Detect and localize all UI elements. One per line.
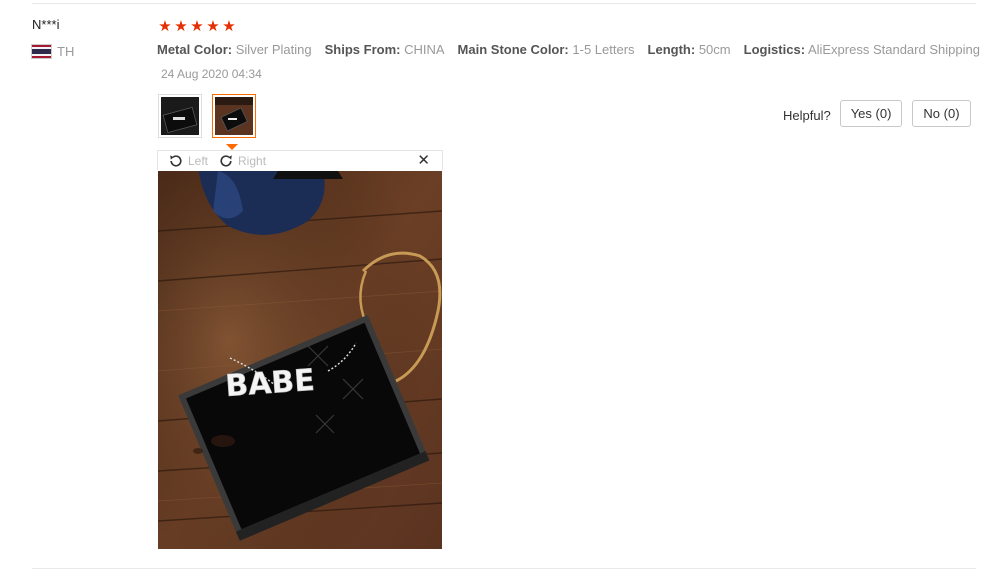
helpful-vote: Helpful? Yes (0) No (0) (783, 100, 971, 127)
attribute-length: Length: 50cm (647, 42, 731, 57)
star-icon: ★ (158, 18, 172, 35)
thumbnail-image (161, 97, 199, 135)
necklace-box-photo: BABE (158, 171, 442, 549)
reviewer-name: N***i (32, 17, 60, 32)
thailand-flag-icon (32, 45, 51, 58)
country-code: TH (57, 44, 75, 59)
photo-viewer-toolbar: Left Right ✕ (157, 150, 443, 170)
review-thumbnail-selected[interactable] (212, 94, 256, 138)
bottom-divider (32, 568, 976, 569)
star-icon: ★ (222, 18, 236, 35)
photo-viewer: Left Right ✕ BABE (157, 150, 443, 550)
attribute-metal-color: Metal Color: Silver Plating (157, 42, 312, 57)
rotate-right-button[interactable]: Right (218, 153, 266, 169)
star-rating: ★ ★ ★ ★ ★ (158, 18, 236, 35)
attribute-main-stone-color: Main Stone Color: 1-5 Letters (457, 42, 635, 57)
attribute-ships-from: Ships From: CHINA (324, 42, 445, 57)
star-icon: ★ (190, 18, 204, 35)
close-icon[interactable]: ✕ (417, 152, 430, 169)
rotate-right-icon (220, 154, 232, 167)
thumbnail-image (215, 97, 253, 135)
star-icon: ★ (174, 18, 188, 35)
rotate-left-button[interactable]: Left (168, 153, 208, 169)
rotate-right-label: Right (238, 153, 267, 168)
helpful-yes-button[interactable]: Yes (0) (839, 100, 903, 127)
rotate-left-icon (170, 154, 182, 167)
necklace-photo-thumbnail (161, 97, 199, 135)
review-photo: BABE (158, 171, 442, 549)
top-divider (32, 3, 976, 4)
attribute-logistics: Logistics: AliExpress Standard Shipping (743, 42, 980, 57)
reviewer-country: TH (32, 44, 74, 59)
review-thumbnails (158, 94, 256, 138)
helpful-no-button[interactable]: No (0) (912, 100, 971, 127)
order-attributes: Metal Color: Silver Plating Ships From: … (157, 42, 980, 57)
review-date: 24 Aug 2020 04:34 (161, 67, 262, 81)
necklace-pendant-text: BABE (224, 363, 316, 404)
helpful-label: Helpful? (783, 108, 831, 123)
rotate-left-label: Left (188, 153, 209, 168)
review-thumbnail[interactable] (158, 94, 202, 138)
necklace-photo-thumbnail (215, 97, 253, 135)
star-icon: ★ (206, 18, 220, 35)
